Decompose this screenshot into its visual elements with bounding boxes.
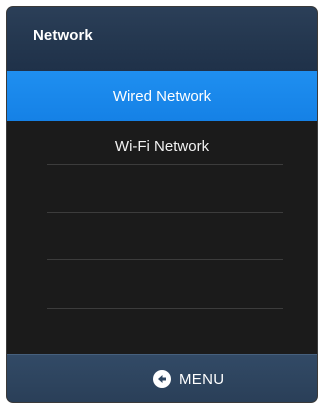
menu-back-button[interactable]: MENU [153, 368, 224, 390]
back-arrow-icon [153, 370, 171, 388]
menu-divider [47, 308, 283, 309]
menu-divider [47, 164, 283, 165]
menu-item-empty [7, 171, 317, 221]
menu-item-empty [7, 221, 317, 271]
footer-bar: MENU [7, 354, 317, 402]
network-screen: Network Wired Network Wi-Fi Network MENU [7, 7, 317, 402]
network-menu-list: Wired Network Wi-Fi Network [7, 71, 317, 354]
menu-item-wired-network[interactable]: Wired Network [7, 71, 317, 121]
menu-button-label: MENU [179, 370, 225, 388]
menu-item-empty [7, 271, 317, 321]
title-bar: Network [7, 7, 317, 71]
menu-item-empty [7, 321, 317, 354]
menu-divider [47, 212, 283, 213]
menu-divider [47, 259, 283, 260]
page-title: Network [33, 27, 93, 44]
